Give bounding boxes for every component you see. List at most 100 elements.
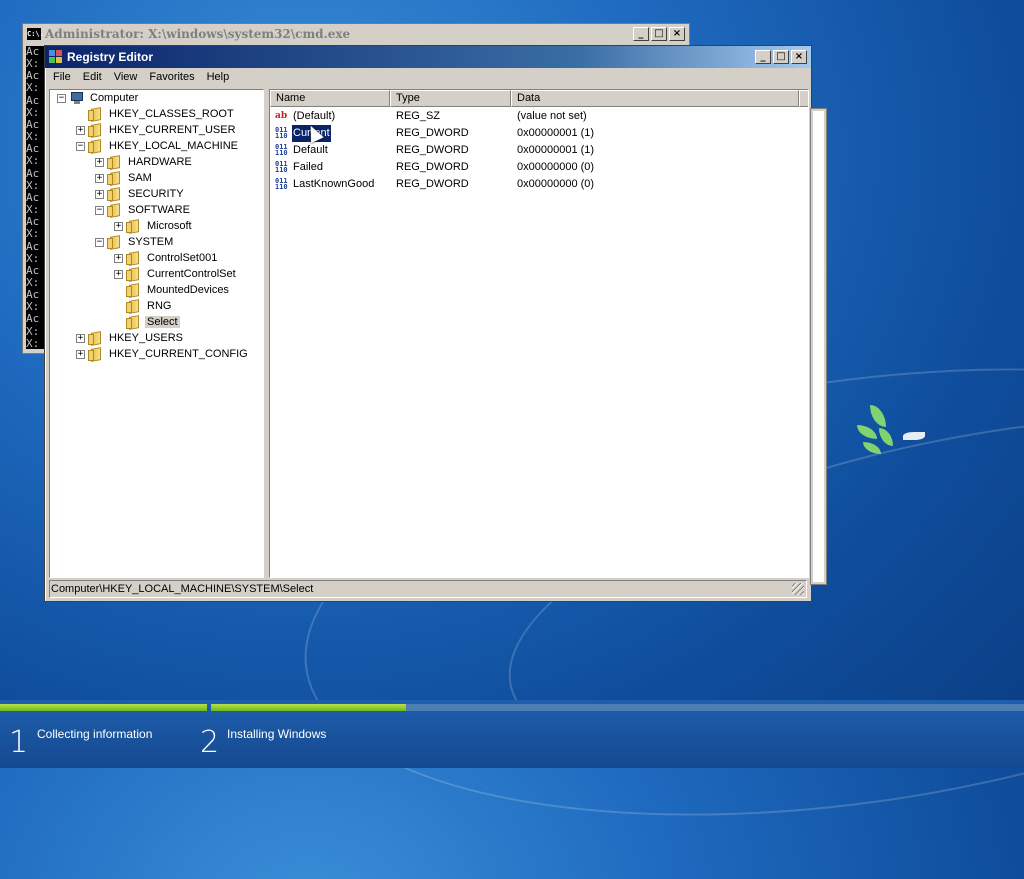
column-header-filler [799,90,808,107]
expand-icon[interactable]: + [76,349,85,359]
collapse-icon[interactable]: − [76,141,85,151]
tree-node[interactable]: + ControlSet001 [114,250,219,266]
tree-node[interactable]: + SECURITY [95,186,186,202]
minimize-button[interactable]: _ [755,50,771,64]
tree-node-label[interactable]: ControlSet001 [145,252,219,264]
tree-node-label[interactable]: CurrentControlSet [145,268,238,280]
folder-icon [107,204,123,217]
regedit-app-icon [49,50,63,64]
folder-icon [126,300,142,313]
status-path: Computer\HKEY_LOCAL_MACHINE\SYSTEM\Selec… [51,583,314,595]
tree-node-label[interactable]: Microsoft [145,220,194,232]
tree-node-label[interactable]: SECURITY [126,188,186,200]
value-type: REG_DWORD [396,161,469,173]
expand-icon[interactable]: + [95,189,104,199]
tree-node-label[interactable]: HKEY_LOCAL_MACHINE [107,140,240,152]
step-1-progress [0,704,207,711]
maximize-button[interactable]: □ [773,50,789,64]
folder-icon [88,108,104,121]
menu-help[interactable]: Help [201,71,236,83]
close-button[interactable]: × [669,27,685,41]
tree-node[interactable]: − SOFTWARE [95,202,192,218]
tree-node[interactable]: MountedDevices [114,282,231,298]
menu-favorites[interactable]: Favorites [143,71,200,83]
tree-node-label[interactable]: SOFTWARE [126,204,192,216]
tree-node[interactable]: + HARDWARE [95,154,194,170]
close-button[interactable]: × [791,50,807,64]
value-row[interactable]: 011 110 LastKnownGood REG_DWORD 0x00000000 (… [270,176,808,193]
tree-node[interactable]: RNG [114,298,173,314]
folder-icon [88,348,104,361]
expand-icon[interactable]: + [114,269,123,279]
tree-node[interactable]: Select [114,314,180,330]
tree-node[interactable]: + Microsoft [114,218,194,234]
tree-node[interactable]: − HKEY_LOCAL_MACHINE [76,138,240,154]
column-header-data[interactable]: Data [511,90,799,107]
value-row[interactable]: ab (Default) REG_SZ (value not set) [270,108,808,125]
collapse-icon[interactable]: − [95,237,104,247]
tree-node-label[interactable]: HKEY_CURRENT_CONFIG [107,348,250,360]
regedit-titlebar[interactable]: Registry Editor [45,46,811,68]
folder-icon [88,124,104,137]
value-name[interactable]: Default [292,142,329,159]
value-row[interactable]: 011 110 Default REG_DWORD 0x00000001 (1) [270,142,808,159]
tree-node[interactable]: + HKEY_CURRENT_CONFIG [76,346,250,362]
tree-node-label[interactable]: HKEY_CLASSES_ROOT [107,108,236,120]
collapse-icon[interactable]: − [57,93,66,103]
minimize-button[interactable]: _ [633,27,649,41]
tree-node[interactable]: HKEY_CLASSES_ROOT [76,106,236,122]
menu-file[interactable]: File [47,71,77,83]
dword-value-icon: 011 110 [275,160,288,174]
expand-icon[interactable]: + [76,333,85,343]
tree-node-label[interactable]: Select [145,316,180,328]
registry-tree[interactable]: − Computer HKEY_CLASSES_ROOT + HKEY_CURRENT_… [49,89,264,578]
cmd-titlebar[interactable]: C:\. Administrator: X:\windows\system32\… [23,24,689,44]
value-row[interactable]: 011 110 Failed REG_DWORD 0x00000000 (0) [270,159,808,176]
folder-icon [88,332,104,345]
step-1-label: Collecting information [37,727,153,741]
value-name[interactable]: (Default) [292,108,336,125]
collapse-icon[interactable]: − [95,205,104,215]
folder-icon [88,140,104,153]
column-header-type[interactable]: Type [390,90,511,107]
column-header-name[interactable]: Name [270,90,390,107]
registry-editor-window[interactable]: Registry Editor _ □ × File Edit View Fav… [44,45,812,602]
value-type: REG_SZ [396,110,441,122]
tree-node[interactable]: − Computer [57,90,140,106]
value-type: REG_DWORD [396,144,469,156]
tree-node[interactable]: + HKEY_CURRENT_USER [76,122,238,138]
resize-grip-icon[interactable] [792,583,804,595]
dword-value-icon: 011 110 [275,143,288,157]
tree-node-label[interactable]: SYSTEM [126,236,175,248]
wallpaper-plant-icon [855,400,935,470]
tree-node-label[interactable]: HKEY_CURRENT_USER [107,124,238,136]
tree-node[interactable]: + SAM [95,170,154,186]
tree-node-label[interactable]: RNG [145,300,173,312]
tree-node-label[interactable]: HARDWARE [126,156,194,168]
tree-node[interactable]: − SYSTEM [95,234,175,250]
menu-view[interactable]: View [108,71,144,83]
value-name[interactable]: Failed [292,159,324,176]
tree-node-label[interactable]: HKEY_USERS [107,332,185,344]
tree-node[interactable]: + CurrentControlSet [114,266,238,282]
values-list[interactable]: Name Type Data ab (Default) REG_SZ (value n… [269,89,809,578]
value-data: 0x00000000 (0) [517,178,595,190]
tree-node-label[interactable]: Computer [88,92,140,104]
expand-icon[interactable]: + [114,253,123,263]
expand-icon[interactable]: + [95,173,104,183]
status-bar: Computer\HKEY_LOCAL_MACHINE\SYSTEM\Selec… [49,580,807,598]
tree-node[interactable]: + HKEY_USERS [76,330,185,346]
value-row[interactable]: 011 110 Current REG_DWORD 0x00000001 (1) [270,124,808,143]
expand-icon[interactable]: + [76,125,85,135]
menu-edit[interactable]: Edit [77,71,108,83]
tree-node-label[interactable]: MountedDevices [145,284,231,296]
folder-icon [107,188,123,201]
tree-node-label[interactable]: SAM [126,172,154,184]
progress-fill [211,704,407,711]
folder-icon [107,172,123,185]
expand-icon[interactable]: + [114,221,123,231]
maximize-button[interactable]: □ [651,27,667,41]
value-data: 0x00000001 (1) [517,127,595,139]
expand-icon[interactable]: + [95,157,104,167]
value-name[interactable]: LastKnownGood [292,176,375,193]
